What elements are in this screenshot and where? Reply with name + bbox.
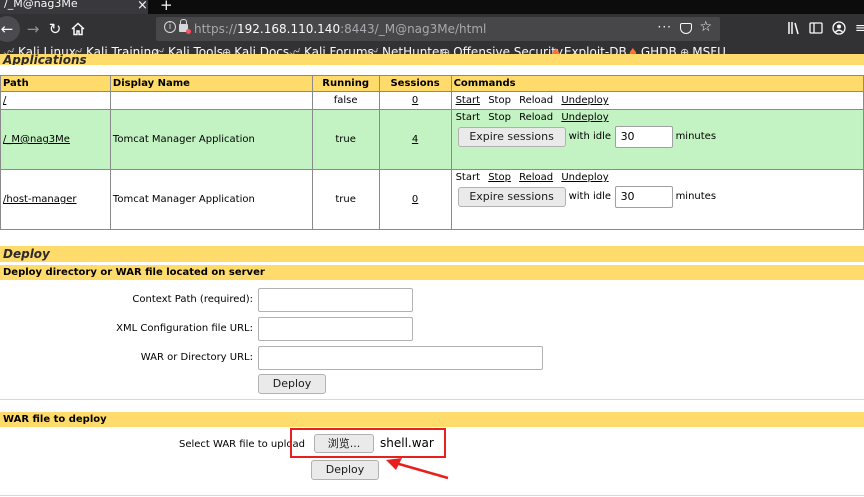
tab-bar: /_M@nag3Me × + xyxy=(0,0,864,14)
reload-link[interactable]: Reload xyxy=(519,172,553,183)
commands-cell: Start Stop Reload Undeploy Expire sessio… xyxy=(450,109,864,170)
column-header-running: Running xyxy=(311,75,380,92)
reload-text: Reload xyxy=(519,112,554,123)
navigation-toolbar: ← → ↻ i https://192.168.110.140:8443/_M@… xyxy=(0,14,864,44)
sessions-link[interactable]: 4 xyxy=(412,134,418,145)
home-icon xyxy=(71,22,85,36)
address-bar[interactable]: i https://192.168.110.140:8443/_M@nag3Me… xyxy=(156,17,720,41)
table-header-row: Path Display Name Running Sessions Comma… xyxy=(0,75,864,92)
table-row: /_M@nag3Me Tomcat Manager Application tr… xyxy=(0,109,864,170)
commands-cell: Start Stop Reload Undeploy Expire sessio… xyxy=(450,169,864,230)
column-header-display-name: Display Name xyxy=(109,75,313,92)
idle-minutes-input[interactable]: 30 xyxy=(614,186,673,208)
deploy-directory-button[interactable]: Deploy xyxy=(258,374,326,394)
page-actions-menu[interactable]: ··· xyxy=(658,20,672,34)
sessions-cell: 0 xyxy=(378,91,452,110)
column-header-commands: Commands xyxy=(450,75,864,92)
server-deploy-subheading: Deploy directory or WAR file located on … xyxy=(0,265,864,280)
applications-heading: Applications xyxy=(0,54,864,65)
deploy-war-button[interactable]: Deploy xyxy=(311,460,379,480)
path-cell: / xyxy=(0,91,111,110)
bookmark-star-icon[interactable]: ☆ xyxy=(699,19,712,35)
expire-sessions-form: Expire sessions with idle ≥ 30 minutes xyxy=(454,125,863,153)
expire-sessions-form: Expire sessions with idle ≥ 30 minutes xyxy=(454,185,863,213)
start-link[interactable]: Start xyxy=(456,95,480,106)
table-row: / false 0 Start Stop Reload Undeploy xyxy=(0,91,864,110)
idle-minutes-input[interactable]: 30 xyxy=(614,126,673,148)
app-path-link[interactable]: /_M@nag3Me xyxy=(3,134,70,145)
xml-config-input[interactable] xyxy=(258,317,413,341)
path-cell: /host-manager xyxy=(0,169,111,230)
menu-icon[interactable]: ≡ xyxy=(855,21,864,37)
undeploy-link[interactable]: Undeploy xyxy=(561,95,608,106)
start-text: Start xyxy=(455,112,480,123)
arrow-right-icon: → xyxy=(26,20,40,38)
stop-link[interactable]: Stop xyxy=(488,172,511,183)
running-cell: true xyxy=(311,109,380,170)
display-name-cell xyxy=(109,91,313,110)
idle-unit-label: minutes xyxy=(675,131,717,142)
expire-sessions-button[interactable]: Expire sessions xyxy=(457,187,566,207)
idle-unit-label: minutes xyxy=(675,191,717,202)
reload-text: Reload xyxy=(519,95,554,106)
app-path-link[interactable]: /host-manager xyxy=(3,194,77,205)
bottom-divider xyxy=(0,495,864,496)
path-cell: /_M@nag3Me xyxy=(0,109,111,170)
app-path-link[interactable]: / xyxy=(3,95,6,106)
insecure-lock-icon[interactable] xyxy=(179,19,191,34)
context-path-input[interactable] xyxy=(258,288,413,312)
arrow-left-icon: ← xyxy=(0,20,14,38)
commands-cell: Start Stop Reload Undeploy xyxy=(450,91,864,110)
column-header-sessions: Sessions xyxy=(378,75,452,92)
close-tab-icon[interactable]: × xyxy=(137,0,148,13)
home-button[interactable] xyxy=(70,19,86,39)
forward-button[interactable]: → xyxy=(24,19,42,39)
applications-table: Path Display Name Running Sessions Comma… xyxy=(0,75,864,230)
war-directory-label: WAR or Directory URL: xyxy=(140,352,253,363)
display-name-cell: Tomcat Manager Application xyxy=(109,109,313,170)
sessions-link[interactable]: 0 xyxy=(412,95,418,106)
sessions-cell: 4 xyxy=(378,109,452,170)
file-picker-highlight: 浏览... shell.war xyxy=(290,428,446,458)
column-header-path: Path xyxy=(0,75,111,92)
browse-file-button[interactable]: 浏览... xyxy=(314,434,374,453)
table-row: /host-manager Tomcat Manager Application… xyxy=(0,169,864,230)
undeploy-link[interactable]: Undeploy xyxy=(561,112,608,123)
war-upload-subheading: WAR file to deploy xyxy=(0,412,864,427)
reload-button[interactable]: ↻ xyxy=(47,19,63,39)
account-icon[interactable] xyxy=(832,21,846,40)
sessions-cell: 0 xyxy=(378,169,452,230)
pocket-icon[interactable] xyxy=(680,23,692,34)
start-text: Start xyxy=(455,172,480,183)
back-button[interactable]: ← xyxy=(0,16,20,42)
running-cell: false xyxy=(311,91,380,110)
running-cell: true xyxy=(311,169,380,230)
reload-icon: ↻ xyxy=(48,20,62,38)
page-content: Applications Path Display Name Running S… xyxy=(0,54,864,497)
sessions-link[interactable]: 0 xyxy=(412,194,418,205)
selected-file-name: shell.war xyxy=(380,436,434,450)
select-war-label: Select WAR file to upload xyxy=(178,439,305,450)
stop-text: Stop xyxy=(488,95,511,106)
context-path-label: Context Path (required): xyxy=(132,294,253,305)
section-divider xyxy=(0,399,864,400)
undeploy-link[interactable]: Undeploy xyxy=(561,172,608,183)
display-name-cell: Tomcat Manager Application xyxy=(109,169,313,230)
new-tab-button[interactable]: + xyxy=(160,0,173,14)
xml-config-label: XML Configuration file URL: xyxy=(116,323,253,334)
deploy-heading: Deploy xyxy=(0,246,864,262)
sidebar-icon[interactable] xyxy=(809,21,823,40)
site-info-icon[interactable]: i xyxy=(164,21,176,33)
browser-tab[interactable]: /_M@nag3Me xyxy=(0,0,148,14)
war-directory-input[interactable] xyxy=(258,346,543,370)
url-text[interactable]: https://192.168.110.140:8443/_M@nag3Me/h… xyxy=(194,22,486,36)
tab-title: /_M@nag3Me xyxy=(4,0,78,10)
expire-sessions-button[interactable]: Expire sessions xyxy=(457,127,566,147)
stop-text: Stop xyxy=(488,112,511,123)
library-icon[interactable] xyxy=(787,21,801,40)
annotation-arrow-icon xyxy=(386,458,449,480)
